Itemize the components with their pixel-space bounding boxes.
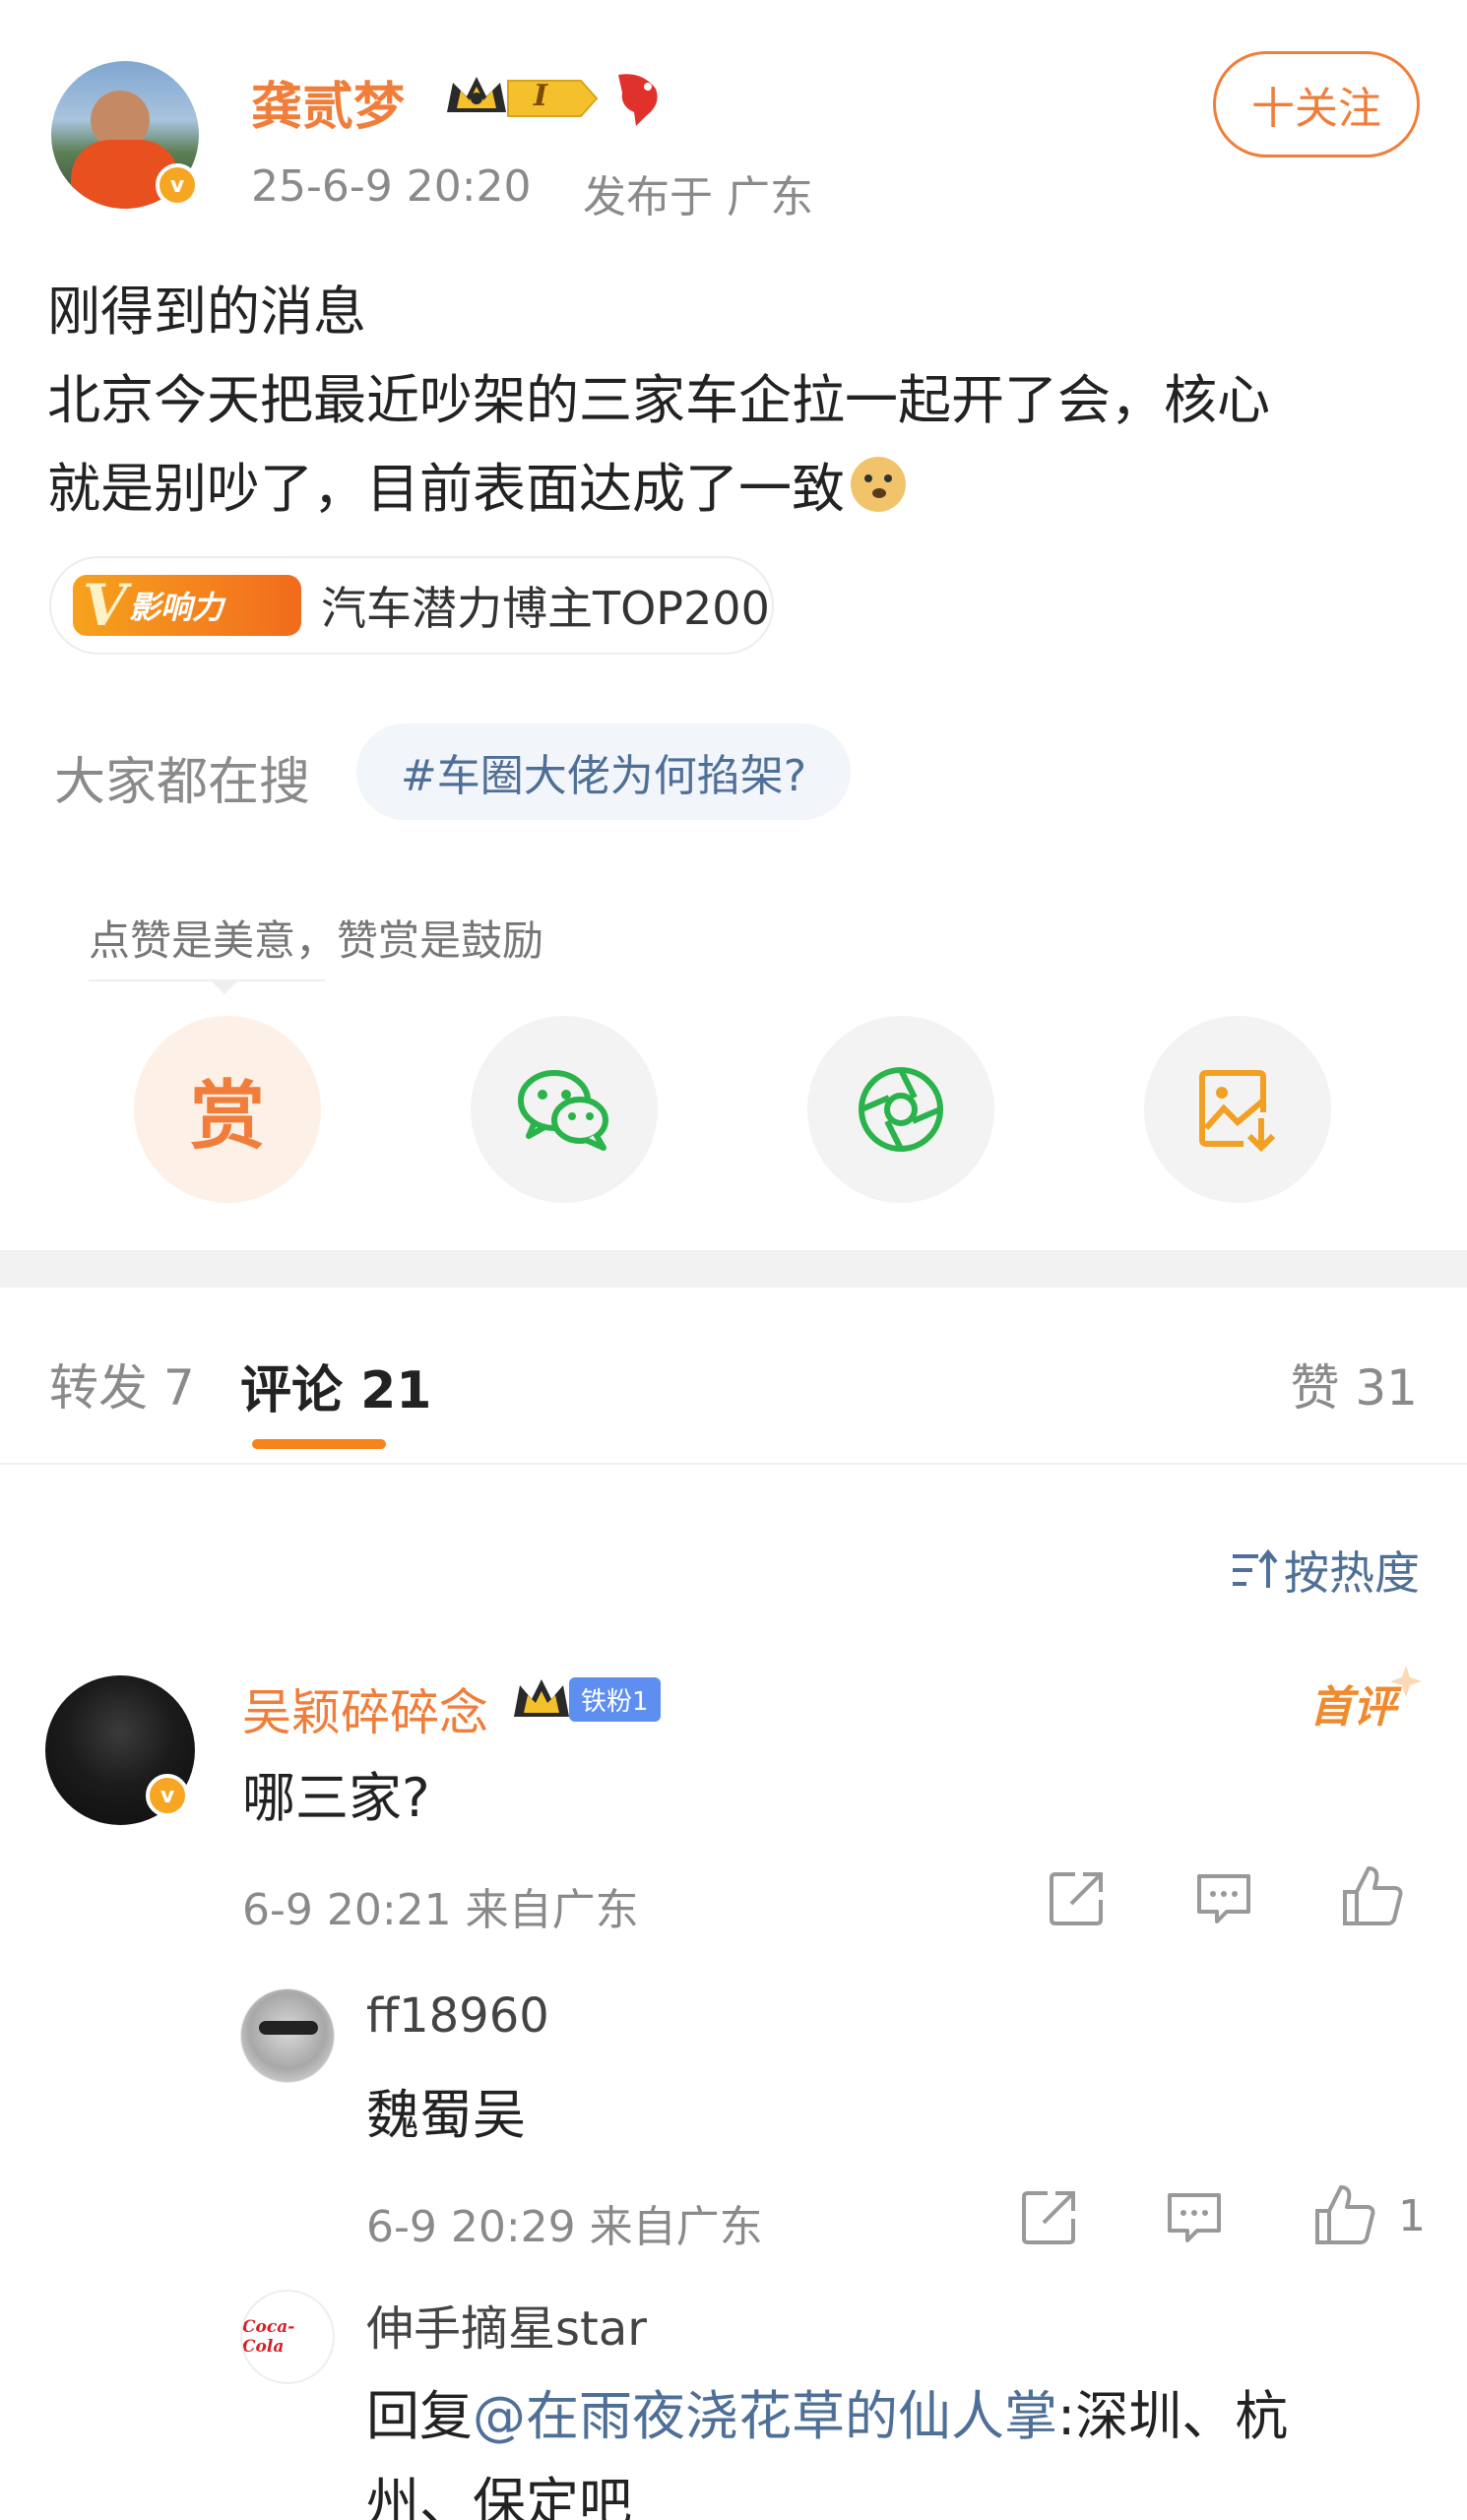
- post-line-1: 刚得到的消息: [47, 281, 366, 343]
- reply-text-line2: 州、保定吧: [366, 2472, 632, 2520]
- reply-user[interactable]: 伸手摘星star: [366, 2290, 647, 2359]
- search-topic-chip[interactable]: #车圈大佬为何掐架?: [356, 724, 851, 820]
- wechat-share-button[interactable]: [471, 1016, 658, 1203]
- influence-tag[interactable]: V 影响力 汽车潜力博主TOP200: [49, 556, 774, 655]
- reply-like-count: 1: [1398, 2191, 1426, 2241]
- v-badge-icon: V: [83, 572, 128, 639]
- tabs-divider: [0, 1463, 1467, 1465]
- doge-emoji-icon: [851, 456, 906, 512]
- save-image-button[interactable]: [1144, 1016, 1331, 1203]
- reply-text: 回复@在雨夜浇花草的仙人掌:深圳、杭: [366, 2372, 1288, 2450]
- reply-icon[interactable]: [1164, 2187, 1225, 2248]
- search-topic: #车圈大佬为何掐架?: [400, 751, 807, 801]
- post-time: 25-6-9 20:20: [251, 161, 532, 212]
- save-image-icon: [1199, 1070, 1276, 1152]
- reward-char: 赏: [190, 1072, 265, 1160]
- share-icon[interactable]: [1018, 2187, 1079, 2248]
- verified-icon: v: [146, 1774, 189, 1817]
- tab-repost[interactable]: 转发 7: [49, 1349, 195, 1419]
- follow-button[interactable]: 十关注: [1213, 51, 1420, 158]
- like-icon[interactable]: [1311, 2181, 1380, 2248]
- hint-divider: [89, 979, 325, 981]
- author-name[interactable]: 龚贰梦: [251, 65, 405, 139]
- reward-hint: 点赞是美意，赞赏是鼓励: [89, 916, 544, 965]
- reply-icon[interactable]: [1193, 1868, 1254, 1929]
- reply-avatar[interactable]: Coca-Cola: [240, 2290, 335, 2384]
- moments-share-button[interactable]: [807, 1016, 994, 1203]
- reply-prefix: 回复: [366, 2385, 473, 2447]
- post-line-3: 就是别吵了，目前表面达成了一致: [47, 445, 906, 523]
- influence-badge-label: 影响力: [129, 589, 224, 626]
- crown-icon: [514, 1679, 569, 1717]
- commenter-name[interactable]: 吴颖碎碎念: [242, 1673, 488, 1744]
- koi-icon: [612, 69, 666, 128]
- tab-active-indicator: [252, 1439, 386, 1449]
- reply-avatar-logo-text: Coca-Cola: [242, 2317, 295, 2357]
- sparkle-icon: [1390, 1666, 1422, 1697]
- reply-text: 魏蜀吴: [366, 2084, 526, 2146]
- post-line-2: 北京今天把最近吵架的三家车企拉一起开了会，核心: [47, 369, 1270, 431]
- section-separator: [0, 1250, 1467, 1288]
- first-comment-badge: 首评: [1309, 1666, 1422, 1734]
- verified-icon: v: [156, 163, 199, 207]
- sort-toggle[interactable]: 按热度: [1229, 1538, 1420, 1603]
- tab-comments[interactable]: 评论 21: [240, 1349, 431, 1422]
- wechat-icon: [518, 1070, 608, 1151]
- first-comment-label: 首评: [1309, 1682, 1396, 1732]
- crown-level-badge: I: [443, 69, 601, 126]
- follow-label: 十关注: [1251, 84, 1381, 134]
- influence-badge: V 影响力: [73, 575, 301, 636]
- post-line-3-text: 就是别吵了，目前表面达成了一致: [47, 458, 845, 520]
- mention-link[interactable]: @在雨夜浇花草的仙人掌: [473, 2385, 1057, 2447]
- comment-meta: 6-9 20:21 来自广东: [242, 1885, 639, 1935]
- moments-icon: [859, 1067, 943, 1152]
- reply-avatar[interactable]: [240, 1988, 335, 2083]
- like-icon[interactable]: [1339, 1862, 1408, 1929]
- reward-button[interactable]: 赏: [134, 1016, 321, 1203]
- search-label: 大家都在搜: [54, 753, 311, 812]
- reply-text-rest: :深圳、杭: [1057, 2385, 1289, 2447]
- sort-icon: [1233, 1548, 1278, 1588]
- reply-user[interactable]: ff18960: [366, 1988, 549, 2044]
- comment-text: 哪三家?: [242, 1767, 430, 1829]
- tab-likes[interactable]: 赞 31: [1290, 1349, 1418, 1419]
- fan-badge-label: 铁粉1: [569, 1676, 661, 1722]
- sort-label: 按热度: [1284, 1546, 1420, 1600]
- share-icon[interactable]: [1046, 1868, 1107, 1929]
- post-location: 发布于 广东: [583, 172, 813, 222]
- hint-pointer: [211, 980, 238, 994]
- fan-badge: 铁粉1: [510, 1673, 661, 1725]
- reply-meta: 6-9 20:29 来自广东: [366, 2202, 763, 2252]
- influence-text: 汽车潜力博主TOP200: [321, 582, 770, 635]
